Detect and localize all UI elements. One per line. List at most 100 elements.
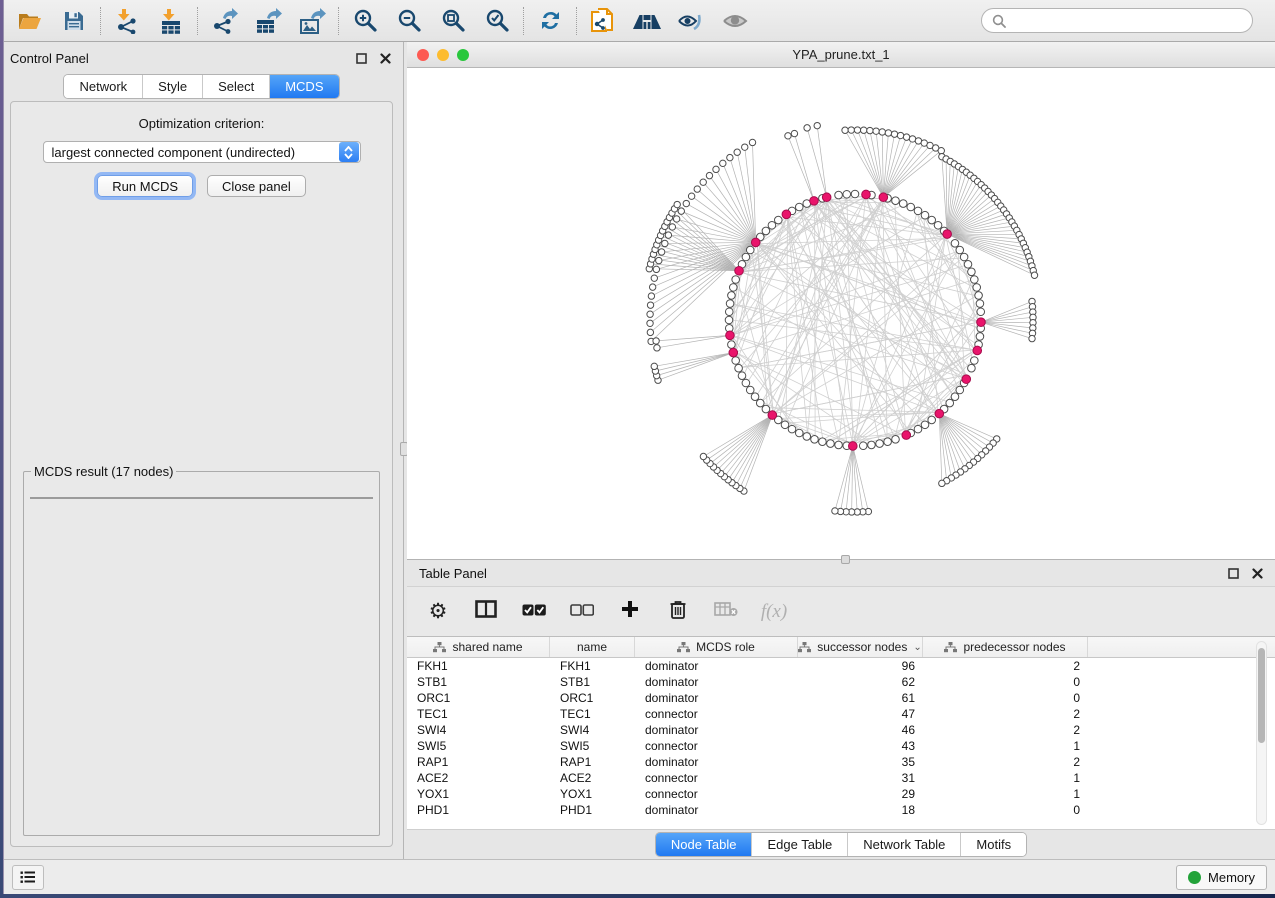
tab-style[interactable]: Style [142, 75, 202, 98]
close-panel-button[interactable]: Close panel [207, 175, 306, 197]
column-header-successor-nodes[interactable]: successor nodes⌄ [798, 637, 923, 657]
import-table-icon [158, 8, 184, 34]
search-icon [992, 14, 1006, 28]
table-cell: 47 [798, 706, 923, 722]
tab-network-table[interactable]: Network Table [847, 833, 960, 856]
table-cell: PHD1 [550, 802, 635, 818]
save-session-button[interactable] [60, 7, 88, 35]
table-cell: SWI4 [550, 722, 635, 738]
tab-mcds[interactable]: MCDS [269, 75, 338, 98]
hide-visibility-button[interactable] [677, 7, 705, 35]
network-canvas[interactable] [407, 68, 1275, 559]
table-cell: dominator [635, 722, 798, 738]
network-search-field[interactable] [981, 8, 1253, 33]
export-network-button[interactable] [210, 7, 238, 35]
table-panel-titlebar: Table Panel [407, 560, 1275, 586]
tab-node-table[interactable]: Node Table [656, 833, 752, 856]
export-image-button[interactable] [298, 7, 326, 35]
table-settings-button[interactable]: ⚙ [425, 599, 451, 625]
table-cell: STB1 [550, 674, 635, 690]
select-all-button[interactable] [521, 599, 547, 625]
table-cell: ORC1 [407, 690, 550, 706]
add-column-button[interactable] [617, 599, 643, 625]
horizontal-splitter-handle[interactable] [841, 555, 850, 564]
column-header-predecessor-nodes[interactable]: predecessor nodes [923, 637, 1088, 657]
table-body: FKH1FKH1dominator962STB1STB1dominator620… [407, 658, 1275, 829]
scrollbar-thumb[interactable] [1258, 648, 1265, 743]
table-row[interactable]: TEC1TEC1connector472 [407, 706, 1275, 722]
float-table-panel-icon[interactable] [1225, 565, 1241, 581]
tab-select[interactable]: Select [202, 75, 269, 98]
network-window: YPA_prune.txt_1 [407, 42, 1275, 560]
table-row[interactable]: STB1STB1dominator620 [407, 674, 1275, 690]
task-list-icon [20, 870, 36, 884]
column-header-name[interactable]: name [550, 637, 635, 657]
split-panel-button[interactable] [473, 599, 499, 625]
table-cell: TEC1 [407, 706, 550, 722]
table-scrollbar[interactable] [1256, 641, 1267, 825]
close-table-panel-icon[interactable] [1249, 565, 1265, 581]
column-header-shared-name[interactable]: shared name [407, 637, 550, 657]
table-cell: 31 [798, 770, 923, 786]
table-row[interactable]: FKH1FKH1dominator962 [407, 658, 1275, 674]
table-row[interactable]: ACE2ACE2connector311 [407, 770, 1275, 786]
control-panel-tabs: Network Style Select MCDS [10, 74, 393, 99]
run-mcds-button[interactable]: Run MCDS [97, 175, 193, 197]
table-row[interactable]: ORC1ORC1dominator610 [407, 690, 1275, 706]
table-row[interactable]: SWI5SWI5connector431 [407, 738, 1275, 754]
zoom-selected-button[interactable] [483, 7, 511, 35]
network-titlebar: YPA_prune.txt_1 [407, 42, 1275, 68]
save-floppy-icon [62, 9, 86, 33]
delete-table-button[interactable] [713, 599, 739, 625]
zoom-window-icon[interactable] [457, 49, 469, 61]
clone-network-button[interactable] [589, 7, 617, 35]
refresh-layout-button[interactable] [536, 7, 564, 35]
float-panel-icon[interactable] [353, 50, 369, 66]
import-table-button[interactable] [157, 7, 185, 35]
table-cell: STB1 [407, 674, 550, 690]
task-history-button[interactable] [12, 865, 44, 890]
delete-column-button[interactable] [665, 599, 691, 625]
memory-status-icon [1188, 871, 1201, 884]
tab-edge-table[interactable]: Edge Table [751, 833, 847, 856]
mcds-result-groupbox: MCDS result (17 nodes) PHD1CAR1STP4TID3Y… [23, 464, 380, 836]
mcds-result-list[interactable]: PHD1CAR1STP4TID3YOX1SWI4SRD1PMA2FKH1ACE2… [30, 497, 373, 499]
deselect-all-button[interactable] [569, 599, 595, 625]
table-row[interactable]: PHD1PHD1dominator180 [407, 802, 1275, 818]
status-bar: Memory [4, 859, 1275, 894]
table-toolbar: ⚙ f(x) [407, 586, 1275, 636]
optimization-criterion-label: Optimization criterion: [139, 116, 265, 131]
select-all-icon [522, 603, 546, 621]
zoom-fit-button[interactable] [439, 7, 467, 35]
app-window: Control Panel Network Style Select MCDS … [3, 0, 1275, 894]
close-window-icon[interactable] [417, 49, 429, 61]
table-cell: FKH1 [407, 658, 550, 674]
close-panel-icon[interactable] [377, 50, 393, 66]
zoom-out-button[interactable] [395, 7, 423, 35]
table-cell: 29 [798, 786, 923, 802]
table-cell: dominator [635, 658, 798, 674]
show-visibility-button[interactable] [721, 7, 749, 35]
table-row[interactable]: RAP1RAP1dominator352 [407, 754, 1275, 770]
tab-network[interactable]: Network [64, 75, 142, 98]
table-cell: 0 [923, 674, 1088, 690]
table-row[interactable]: SWI4SWI4dominator462 [407, 722, 1275, 738]
open-session-button[interactable] [16, 7, 44, 35]
tab-motifs[interactable]: Motifs [960, 833, 1026, 856]
zoom-in-button[interactable] [351, 7, 379, 35]
column-header-MCDS-role[interactable]: MCDS role [635, 637, 798, 657]
search-input[interactable] [1012, 13, 1242, 28]
optimization-criterion-select[interactable]: largest connected component (undirected) [43, 141, 361, 163]
memory-button[interactable]: Memory [1176, 865, 1267, 890]
minimize-window-icon[interactable] [437, 49, 449, 61]
table-row[interactable]: YOX1YOX1connector291 [407, 786, 1275, 802]
function-builder-button[interactable]: f(x) [761, 599, 787, 625]
zoom-in-icon [353, 8, 378, 33]
table-cell: 18 [798, 802, 923, 818]
zoom-fit-icon [441, 8, 466, 33]
export-table-button[interactable] [254, 7, 282, 35]
search-binoculars-button[interactable] [633, 7, 661, 35]
table-cell: 61 [798, 690, 923, 706]
split-panel-icon [475, 600, 497, 623]
import-network-button[interactable] [113, 7, 141, 35]
